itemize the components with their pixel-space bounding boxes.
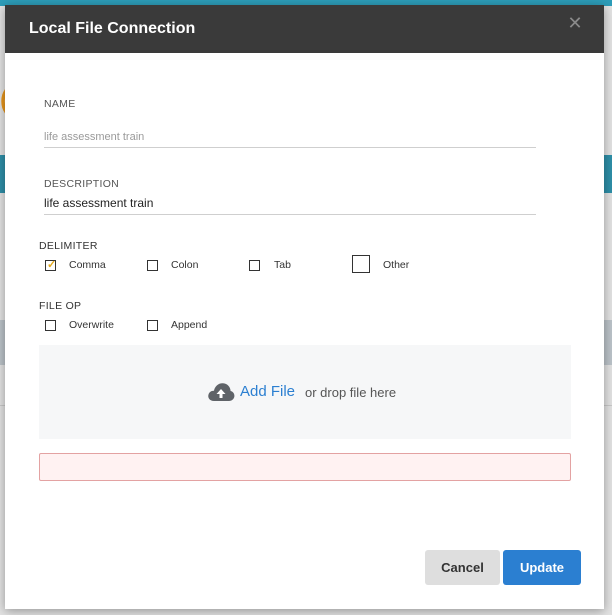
file-op-label: FILE OP bbox=[39, 300, 82, 312]
delimiter-colon-label: Colon bbox=[171, 259, 199, 271]
close-icon[interactable]: ✕ bbox=[566, 14, 584, 32]
cloud-upload-icon bbox=[208, 383, 235, 401]
name-field[interactable] bbox=[44, 126, 536, 148]
dialog-title: Local File Connection bbox=[29, 20, 196, 37]
description-label: DESCRIPTION bbox=[44, 178, 120, 190]
local-file-connection-dialog: Local File Connection ✕ NAME DESCRIPTION… bbox=[5, 5, 604, 609]
drop-hint-text: or drop file here bbox=[305, 385, 397, 400]
checkmark-icon: ✓ bbox=[47, 259, 57, 271]
error-message-box bbox=[39, 453, 571, 481]
cancel-button[interactable]: Cancel bbox=[425, 550, 500, 585]
fileop-overwrite-checkbox[interactable] bbox=[45, 320, 56, 331]
delimiter-colon-checkbox[interactable] bbox=[147, 260, 158, 271]
fileop-overwrite-label: Overwrite bbox=[69, 319, 114, 331]
add-file-link[interactable]: Add File bbox=[240, 383, 295, 400]
delimiter-tab-checkbox[interactable] bbox=[249, 260, 260, 271]
delimiter-comma-label: Comma bbox=[69, 259, 106, 271]
description-field[interactable] bbox=[44, 192, 536, 215]
dialog-header: Local File Connection ✕ bbox=[5, 5, 604, 53]
delimiter-label: DELIMITER bbox=[39, 240, 98, 252]
update-button[interactable]: Update bbox=[503, 550, 581, 585]
fileop-append-label: Append bbox=[171, 319, 208, 331]
delimiter-other-label: Other bbox=[383, 259, 410, 271]
file-drop-zone[interactable]: Add File or drop file here bbox=[39, 345, 571, 439]
delimiter-tab-label: Tab bbox=[274, 259, 291, 271]
fileop-append-checkbox[interactable] bbox=[147, 320, 158, 331]
delimiter-comma-checkbox[interactable]: ✓ bbox=[45, 259, 57, 271]
name-label: NAME bbox=[44, 98, 76, 110]
delimiter-other-checkbox[interactable] bbox=[352, 255, 370, 273]
